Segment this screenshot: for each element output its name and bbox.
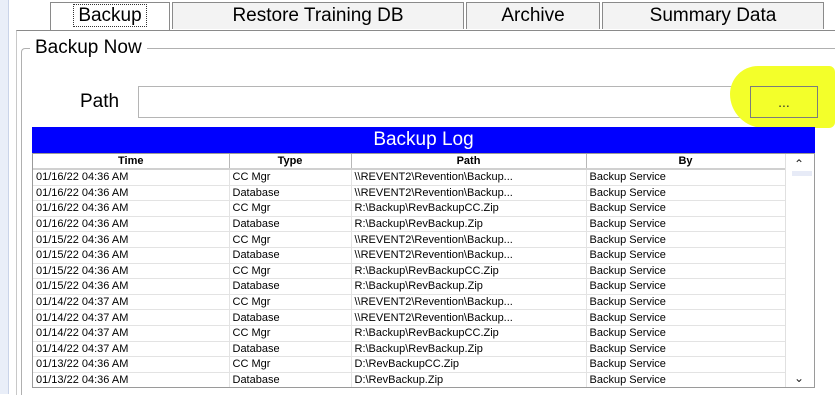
cell-time: 01/14/22 04:37 AM (33, 309, 230, 326)
column-header-type[interactable]: Type (229, 154, 352, 170)
tab-archive[interactable]: Archive (466, 2, 600, 29)
cell-type: CC Mgr (229, 231, 352, 248)
cell-by: Backup Service (586, 200, 786, 217)
cell-by: Backup Service (586, 372, 786, 387)
table-row[interactable]: 01/15/22 04:36 AM CC Mgr R:\Backup\RevBack… (33, 263, 786, 280)
tab-summary-data[interactable]: Summary Data (602, 2, 824, 29)
table-row[interactable]: 01/15/22 04:36 AM CC Mgr \\REVENT2\Reventi… (33, 231, 786, 248)
cell-type: CC Mgr (229, 325, 352, 342)
cell-path: R:\Backup\RevBackup.Zip (351, 216, 587, 233)
cell-path: R:\Backup\RevBackup.Zip (351, 341, 587, 358)
cell-by: Backup Service (586, 341, 786, 358)
cell-type: Database (229, 216, 352, 233)
column-header-time[interactable]: Time (33, 154, 230, 170)
table-row[interactable]: 01/16/22 04:36 AM Database \\REVENT2\Reven… (33, 185, 786, 202)
chevron-up-icon[interactable]: ⌃ (794, 158, 804, 170)
path-input[interactable] (138, 86, 750, 118)
path-label: Path (80, 91, 120, 112)
tab-restore-label: Restore Training DB (232, 5, 404, 26)
browse-button[interactable]: ... (750, 86, 818, 118)
table-row[interactable]: 01/15/22 04:36 AM Database R:\Backup\RevBa… (33, 278, 786, 295)
scrollbar-thumb[interactable] (792, 171, 812, 176)
table-row[interactable]: 01/13/22 04:36 AM Database D:\RevBackup.Zi… (33, 372, 786, 387)
column-header-path[interactable]: Path (351, 154, 587, 170)
tab-backup-label: Backup (73, 4, 147, 27)
cell-path: \\REVENT2\Revention\Backup... (351, 294, 587, 311)
cell-time: 01/15/22 04:36 AM (33, 278, 230, 295)
cell-time: 01/14/22 04:37 AM (33, 325, 230, 342)
table-row[interactable]: 01/14/22 04:37 AM Database \\REVENT2\Reven… (33, 309, 786, 326)
backup-log-table: Time Type Path By 01/16/22 04:36 AM CC Mg… (33, 154, 786, 387)
cell-by: Backup Service (586, 309, 786, 326)
table-row[interactable]: 01/14/22 04:37 AM Database R:\Backup\RevBa… (33, 341, 786, 358)
cell-time: 01/13/22 04:36 AM (33, 356, 230, 373)
cell-time: 01/15/22 04:36 AM (33, 247, 230, 264)
cell-path: \\REVENT2\Revention\Backup... (351, 309, 587, 326)
table-row[interactable]: 01/16/22 04:36 AM CC Mgr \\REVENT2\Reventi… (33, 169, 786, 186)
cell-by: Backup Service (586, 231, 786, 248)
cell-path: \\REVENT2\Revention\Backup... (351, 169, 587, 186)
cell-type: CC Mgr (229, 263, 352, 280)
cell-type: Database (229, 278, 352, 295)
table-row[interactable]: 01/14/22 04:37 AM CC Mgr \\REVENT2\Reventi… (33, 294, 786, 311)
cell-by: Backup Service (586, 185, 786, 202)
group-title: Backup Now (30, 36, 147, 60)
cell-type: Database (229, 372, 352, 387)
tab-backup[interactable]: Backup (50, 2, 170, 31)
cell-time: 01/15/22 04:36 AM (33, 263, 230, 280)
table-row[interactable]: 01/14/22 04:37 AM CC Mgr R:\Backup\RevBack… (33, 325, 786, 342)
cell-by: Backup Service (586, 263, 786, 280)
cell-path: \\REVENT2\Revention\Backup... (351, 247, 587, 264)
cell-by: Backup Service (586, 294, 786, 311)
cell-path: \\REVENT2\Revention\Backup... (351, 185, 587, 202)
tab-archive-label: Archive (501, 5, 565, 26)
table-row[interactable]: 01/16/22 04:36 AM Database R:\Backup\RevBa… (33, 216, 786, 233)
cell-path: D:\RevBackupCC.Zip (351, 356, 587, 373)
table-row[interactable]: 01/13/22 04:36 AM CC Mgr D:\RevBackupCC.Zi… (33, 356, 786, 373)
cell-by: Backup Service (586, 356, 786, 373)
cell-by: Backup Service (586, 169, 786, 186)
cell-path: R:\Backup\RevBackup.Zip (351, 278, 587, 295)
cell-by: Backup Service (586, 216, 786, 233)
tab-restore-training-db[interactable]: Restore Training DB (172, 2, 464, 29)
cell-time: 01/16/22 04:36 AM (33, 185, 230, 202)
backup-log-list[interactable]: Time Type Path By 01/16/22 04:36 AM CC Mg… (32, 153, 815, 388)
cell-by: Backup Service (586, 278, 786, 295)
cell-type: CC Mgr (229, 356, 352, 373)
cell-path: R:\Backup\RevBackupCC.Zip (351, 200, 587, 217)
cell-type: Database (229, 341, 352, 358)
log-scrollbar[interactable]: ⌃ ⌄ (785, 154, 814, 387)
cell-path: R:\Backup\RevBackupCC.Zip (351, 325, 587, 342)
cell-time: 01/14/22 04:37 AM (33, 294, 230, 311)
chevron-down-icon[interactable]: ⌄ (794, 372, 804, 384)
backup-log-title: Backup Log (32, 127, 815, 153)
cell-type: CC Mgr (229, 294, 352, 311)
tab-summary-label: Summary Data (649, 5, 777, 26)
cell-by: Backup Service (586, 247, 786, 264)
left-edge (0, 0, 9, 394)
cell-type: CC Mgr (229, 169, 352, 186)
cell-time: 01/14/22 04:37 AM (33, 341, 230, 358)
cell-time: 01/16/22 04:36 AM (33, 216, 230, 233)
cell-type: Database (229, 185, 352, 202)
table-header-row: Time Type Path By (33, 154, 786, 170)
table-row[interactable]: 01/15/22 04:36 AM Database \\REVENT2\Reven… (33, 247, 786, 264)
cell-time: 01/16/22 04:36 AM (33, 169, 230, 186)
cell-time: 01/13/22 04:36 AM (33, 372, 230, 387)
cell-path: D:\RevBackup.Zip (351, 372, 587, 387)
cell-path: \\REVENT2\Revention\Backup... (351, 231, 587, 248)
cell-type: CC Mgr (229, 200, 352, 217)
column-header-by[interactable]: By (586, 154, 786, 170)
cell-type: Database (229, 247, 352, 264)
cell-type: Database (229, 309, 352, 326)
cell-path: R:\Backup\RevBackupCC.Zip (351, 263, 587, 280)
cell-time: 01/15/22 04:36 AM (33, 231, 230, 248)
cell-by: Backup Service (586, 325, 786, 342)
table-row[interactable]: 01/16/22 04:36 AM CC Mgr R:\Backup\RevBack… (33, 200, 786, 217)
cell-time: 01/16/22 04:36 AM (33, 200, 230, 217)
